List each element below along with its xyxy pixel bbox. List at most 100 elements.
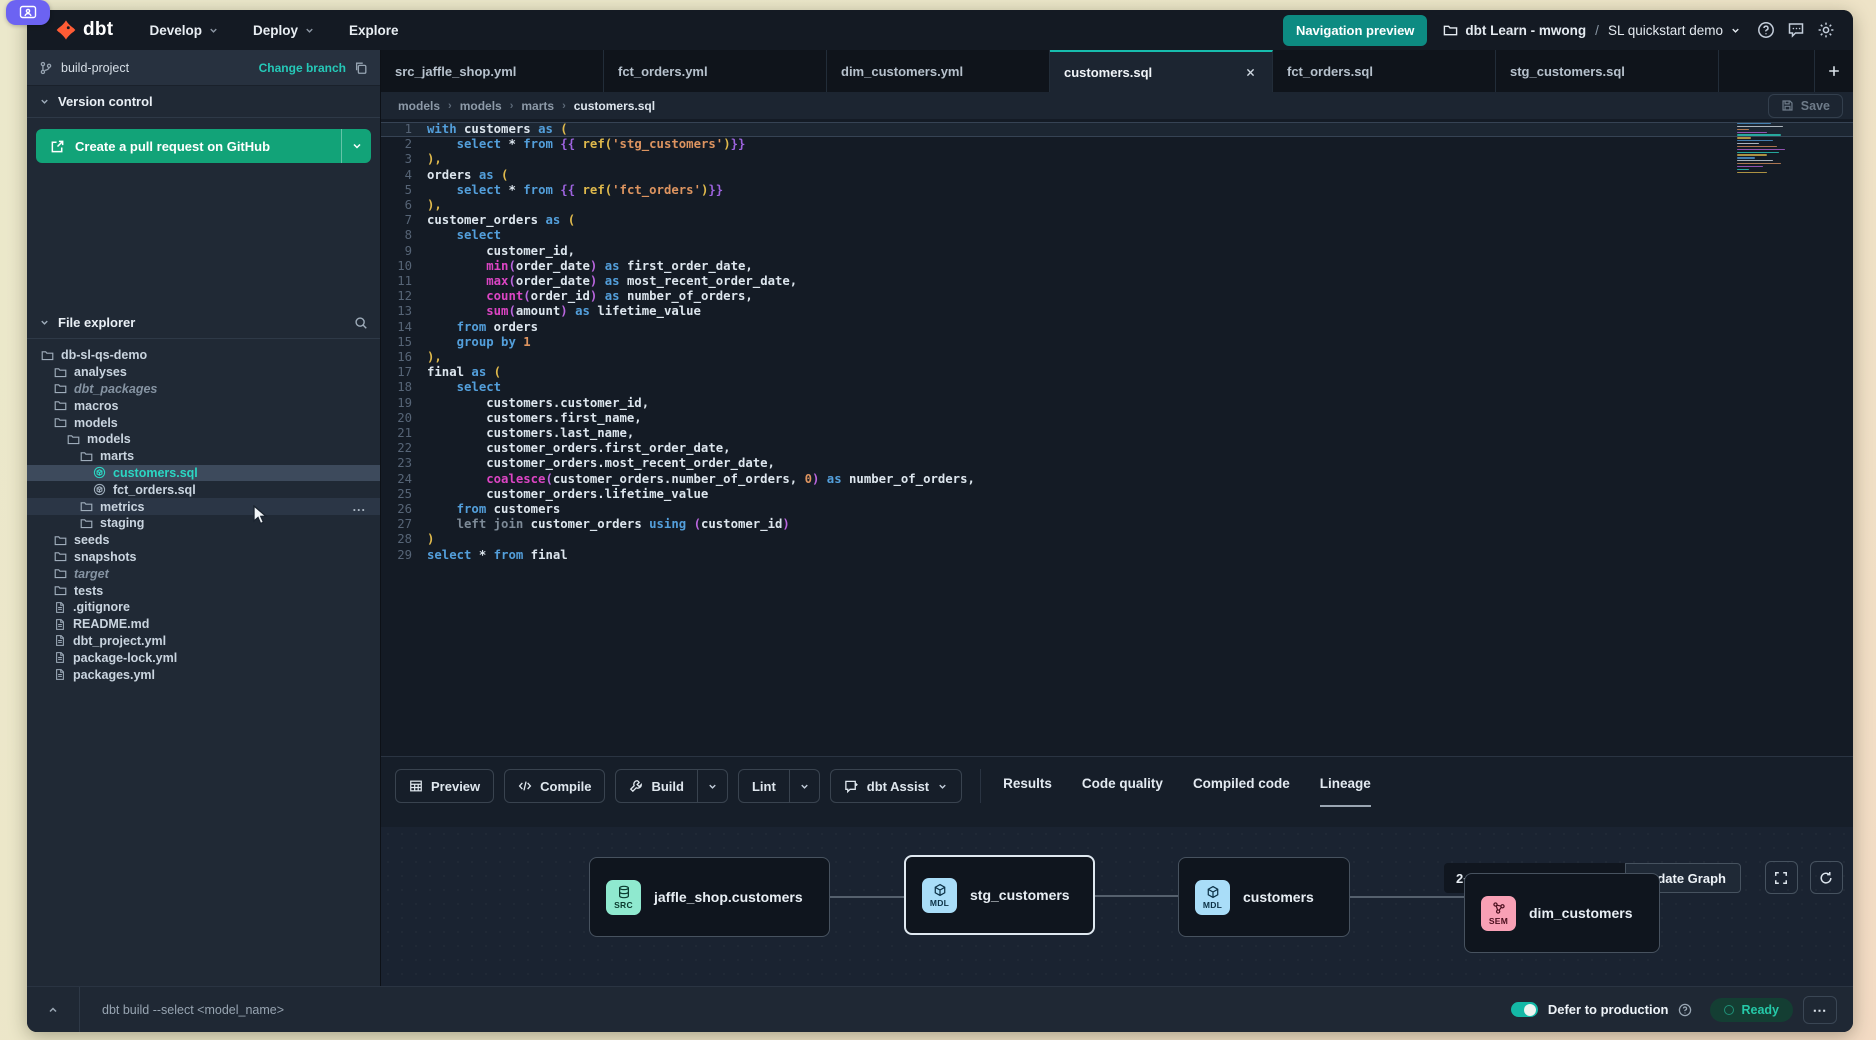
code-line[interactable]: 7customer_orders as (: [381, 213, 1853, 228]
code-line[interactable]: 27 left join customer_orders using (cust…: [381, 517, 1853, 532]
code-line[interactable]: 15 group by 1: [381, 335, 1853, 350]
help-icon[interactable]: [1757, 21, 1775, 39]
tree-item-tests[interactable]: tests: [27, 582, 380, 599]
tree-item--gitignore[interactable]: .gitignore: [27, 599, 380, 616]
navigation-preview-button[interactable]: Navigation preview: [1283, 15, 1427, 46]
editor-tab[interactable]: fct_orders.yml: [604, 50, 827, 92]
fullscreen-button[interactable]: [1765, 861, 1798, 894]
tree-item-target[interactable]: target: [27, 565, 380, 582]
panel-tab-lineage[interactable]: Lineage: [1320, 776, 1371, 807]
new-tab-button[interactable]: [1815, 50, 1853, 92]
refresh-button[interactable]: [1810, 861, 1843, 894]
editor-tab[interactable]: stg_customers.sql: [1496, 50, 1719, 92]
code-line[interactable]: 9 customer_id,: [381, 244, 1853, 259]
command-bar-expand-button[interactable]: [27, 987, 80, 1032]
compile-button[interactable]: Compile: [504, 769, 605, 803]
code-line[interactable]: 3),: [381, 152, 1853, 167]
menu-explore[interactable]: Explore: [349, 23, 399, 38]
tree-item-models[interactable]: models: [27, 414, 380, 431]
lineage-node-customers[interactable]: MDLcustomers: [1178, 857, 1350, 937]
copy-icon[interactable]: [354, 61, 368, 75]
lineage-node-dim-customers[interactable]: SEMdim_customers: [1464, 873, 1660, 953]
panel-tab-results[interactable]: Results: [1003, 776, 1052, 805]
code-line[interactable]: 14 from orders: [381, 320, 1853, 335]
tree-item-analyses[interactable]: analyses: [27, 364, 380, 381]
editor-tab[interactable]: fct_orders.sql: [1273, 50, 1496, 92]
tree-item-dbt-packages[interactable]: dbt_packages: [27, 381, 380, 398]
command-input[interactable]: dbt build --select <model_name>: [80, 1003, 1511, 1017]
lineage-node-jaffle-shop-customers[interactable]: SRCjaffle_shop.customers: [589, 857, 830, 937]
preview-button[interactable]: Preview: [395, 769, 494, 803]
code-line[interactable]: 10 min(order_date) as first_order_date,: [381, 259, 1853, 274]
tree-item-marts[interactable]: marts: [27, 448, 380, 465]
code-line[interactable]: 21 customers.last_name,: [381, 426, 1853, 441]
editor-tab[interactable]: dim_customers.yml: [827, 50, 1050, 92]
code-line[interactable]: 26 from customers: [381, 502, 1853, 517]
code-line[interactable]: 12 count(order_id) as number_of_orders,: [381, 289, 1853, 304]
code-line[interactable]: 29select * from final: [381, 548, 1853, 563]
lint-button[interactable]: Lint: [738, 769, 820, 803]
dbt-logo[interactable]: dbt: [55, 19, 113, 41]
close-tab-icon[interactable]: [1245, 67, 1256, 78]
code-line[interactable]: 23 customer_orders.most_recent_order_dat…: [381, 456, 1853, 471]
code-line[interactable]: 11 max(order_date) as most_recent_order_…: [381, 274, 1853, 289]
lineage-node-stg-customers[interactable]: MDLstg_customers: [904, 855, 1095, 935]
pr-options-chevron[interactable]: [341, 129, 371, 163]
tree-item-customers-sql[interactable]: customers.sql: [27, 465, 380, 482]
panel-tab-compiled-code[interactable]: Compiled code: [1193, 776, 1290, 805]
defer-to-production-toggle[interactable]: [1511, 1002, 1538, 1017]
item-options-button[interactable]: ...: [353, 500, 366, 514]
code-line[interactable]: 28): [381, 532, 1853, 547]
code-line[interactable]: 24 coalesce(customer_orders.number_of_or…: [381, 472, 1853, 487]
breadcrumb-item[interactable]: models: [398, 99, 440, 113]
search-icon[interactable]: [354, 316, 368, 330]
code-line[interactable]: 25 customer_orders.lifetime_value: [381, 487, 1853, 502]
breadcrumb-item[interactable]: marts: [521, 99, 554, 113]
build-button[interactable]: Build: [615, 769, 728, 803]
code-line[interactable]: 16),: [381, 350, 1853, 365]
code-line[interactable]: 17final as (: [381, 365, 1853, 380]
code-line[interactable]: 5 select * from {{ ref('fct_orders')}}: [381, 183, 1853, 198]
editor-tab[interactable]: src_jaffle_shop.yml: [381, 50, 604, 92]
lint-options-chevron[interactable]: [789, 770, 819, 802]
editor-tab[interactable]: customers.sql: [1050, 50, 1273, 92]
file-explorer-header[interactable]: File explorer: [27, 307, 380, 339]
save-button[interactable]: Save: [1768, 94, 1843, 118]
menu-develop[interactable]: Develop: [149, 23, 219, 38]
code-line[interactable]: 13 sum(amount) as lifetime_value: [381, 304, 1853, 319]
settings-gear-icon[interactable]: [1817, 21, 1835, 39]
code-line[interactable]: 22 customer_orders.first_order_date,: [381, 441, 1853, 456]
change-branch-link[interactable]: Change branch: [259, 61, 346, 75]
more-options-button[interactable]: ⋯: [1803, 996, 1837, 1024]
create-pull-request-button[interactable]: Create a pull request on GitHub: [36, 129, 371, 163]
code-line[interactable]: 4orders as (: [381, 168, 1853, 183]
breadcrumb-item[interactable]: customers.sql: [574, 99, 655, 113]
version-control-header[interactable]: Version control: [27, 86, 380, 118]
code-line[interactable]: 6),: [381, 198, 1853, 213]
tree-item-package-lock-yml[interactable]: package-lock.yml: [27, 649, 380, 666]
dbt-assist-button[interactable]: dbt Assist: [830, 769, 962, 803]
code-editor[interactable]: 1with customers as (2 select * from {{ r…: [381, 119, 1853, 756]
tree-item-staging[interactable]: staging: [27, 515, 380, 532]
tree-item-fct-orders-sql[interactable]: fct_orders.sql: [27, 481, 380, 498]
code-line[interactable]: 18 select: [381, 380, 1853, 395]
tree-item-packages-yml[interactable]: packages.yml: [27, 666, 380, 683]
code-line[interactable]: 1with customers as (: [381, 122, 1853, 137]
feedback-icon[interactable]: [1787, 21, 1805, 39]
tree-item-metrics[interactable]: metrics...: [27, 498, 380, 515]
tree-item-dbt-project-yml[interactable]: dbt_project.yml: [27, 633, 380, 650]
code-line[interactable]: 20 customers.first_name,: [381, 411, 1853, 426]
tree-item-models[interactable]: models: [27, 431, 380, 448]
tree-item-db-sl-qs-demo[interactable]: db-sl-qs-demo: [27, 347, 380, 364]
code-line[interactable]: 8 select: [381, 228, 1853, 243]
code-line[interactable]: 19 customers.customer_id,: [381, 396, 1853, 411]
lineage-canvas[interactable]: 2+customers+2 Update Graph SRCjaffle_sho…: [381, 827, 1853, 986]
tree-item-macros[interactable]: macros: [27, 397, 380, 414]
breadcrumb-item[interactable]: models: [460, 99, 502, 113]
minimap[interactable]: [1737, 123, 1795, 173]
panel-tab-code-quality[interactable]: Code quality: [1082, 776, 1163, 805]
defer-help-icon[interactable]: [1678, 1003, 1692, 1017]
tree-item-readme-md[interactable]: README.md: [27, 616, 380, 633]
menu-deploy[interactable]: Deploy: [253, 23, 315, 38]
project-switcher[interactable]: dbt Learn - mwong / SL quickstart demo: [1443, 23, 1741, 38]
